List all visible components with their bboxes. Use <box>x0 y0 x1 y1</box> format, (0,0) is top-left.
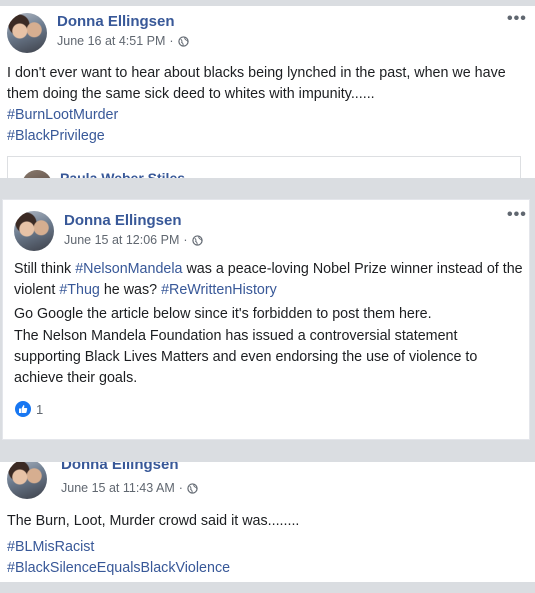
meta-separator: · <box>178 481 183 495</box>
post-paragraph-1: Still think #NelsonMandela was a peace-l… <box>14 259 524 301</box>
profile-avatar[interactable] <box>7 13 47 53</box>
timestamp-link[interactable]: June 15 at 12:06 PM <box>64 233 179 247</box>
reaction-count[interactable]: 1 <box>36 402 43 417</box>
shared-author-name[interactable]: Paula Weber Stiles <box>60 170 185 178</box>
post-body: I don't ever want to hear about blacks b… <box>7 65 506 102</box>
more-options-icon[interactable]: ••• <box>507 206 527 224</box>
globe-icon[interactable] <box>187 482 198 494</box>
hashtag-link[interactable]: #Thug <box>59 282 100 298</box>
globe-icon[interactable] <box>177 35 189 47</box>
globe-icon[interactable] <box>191 234 203 246</box>
post-2: Donna Ellingsen June 15 at 12:06 PM · ••… <box>2 199 530 440</box>
hashtag-link[interactable]: #NelsonMandela <box>75 261 182 277</box>
post-meta: June 15 at 11:43 AM · <box>61 481 198 495</box>
post-meta: June 15 at 12:06 PM · <box>64 233 203 247</box>
post-body: The Burn, Loot, Murder crowd said it was… <box>7 513 300 529</box>
hashtag-link[interactable]: #BlackSilenceEqualsBlackViolence <box>7 560 230 576</box>
meta-separator: · <box>183 233 188 247</box>
post-paragraph-3: The Nelson Mandela Foundation has issued… <box>14 328 478 386</box>
thumbs-up-glyph <box>19 405 28 413</box>
timestamp-link[interactable]: June 16 at 4:51 PM <box>57 34 165 48</box>
text-run: he was? <box>99 282 162 298</box>
profile-avatar[interactable] <box>7 462 47 499</box>
hashtag-link[interactable]: #BurnLootMurder <box>7 107 118 123</box>
shared-avatar[interactable] <box>22 170 52 178</box>
post-meta: June 16 at 4:51 PM · <box>57 34 189 48</box>
hashtag-link[interactable]: #BlackPrivilege <box>7 128 105 144</box>
text-run: Still think <box>14 261 76 277</box>
more-options-icon[interactable]: ••• <box>507 10 527 28</box>
author-name-link[interactable]: Donna Ellingsen <box>61 462 179 473</box>
timestamp-link[interactable]: June 15 at 11:43 AM <box>61 481 175 495</box>
shared-post-preview[interactable]: Paula Weber Stiles <box>7 156 521 178</box>
post-1: Donna Ellingsen June 16 at 4:51 PM · •••… <box>0 6 535 178</box>
author-name-link[interactable]: Donna Ellingsen <box>64 212 182 229</box>
meta-separator: · <box>169 34 174 48</box>
profile-avatar[interactable] <box>14 211 54 251</box>
hashtag-link[interactable]: #ReWrittenHistory <box>161 282 277 298</box>
post-paragraph-2: Go Google the article below since it's f… <box>14 306 432 322</box>
hashtag-link[interactable]: #BLMisRacist <box>7 539 94 555</box>
post-3: Donna Ellingsen June 15 at 11:43 AM · Th… <box>0 462 535 582</box>
author-name-link[interactable]: Donna Ellingsen <box>57 13 175 30</box>
thumbs-up-icon[interactable] <box>15 401 31 417</box>
